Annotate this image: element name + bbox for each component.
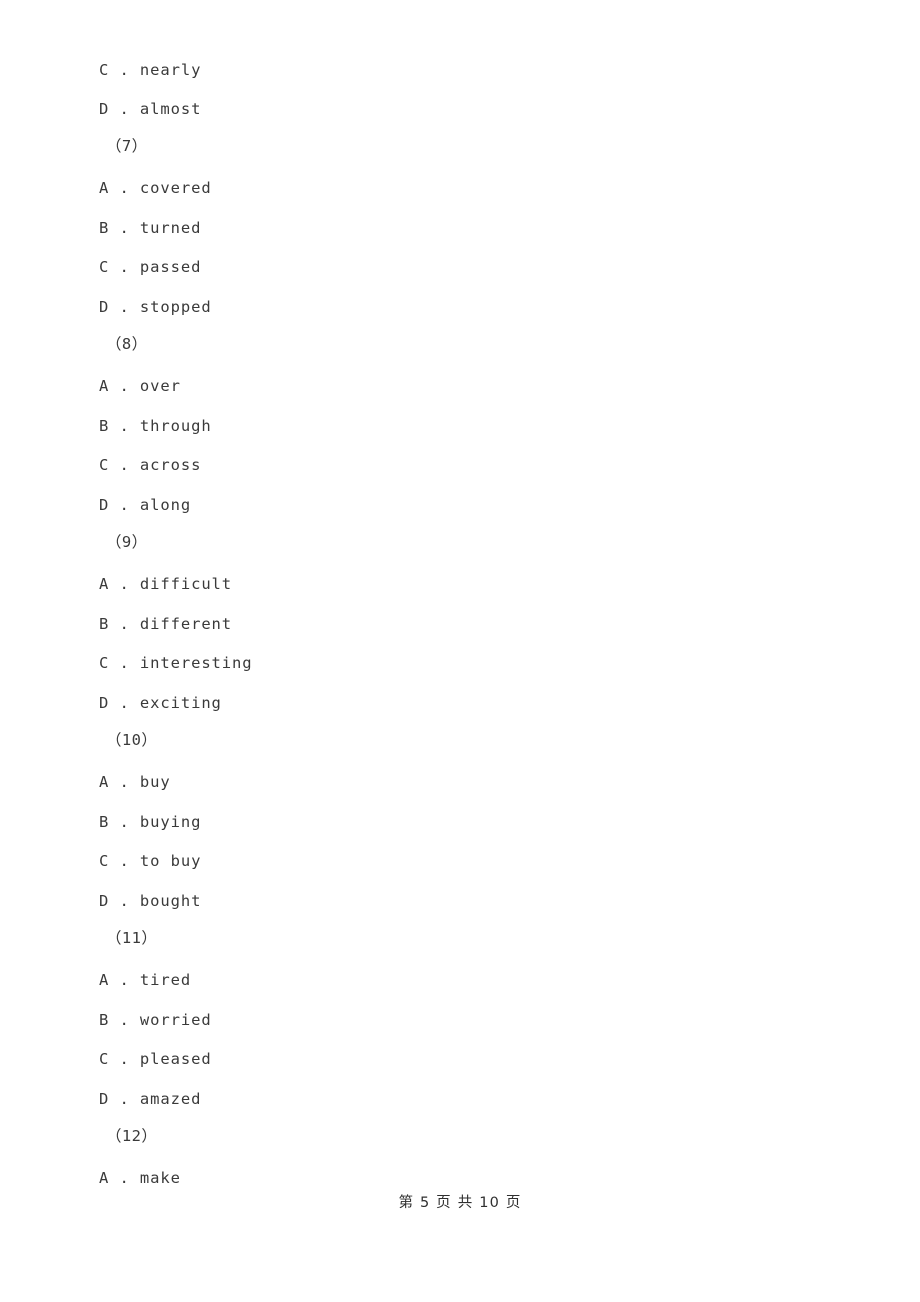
answer-option: B . turned	[99, 219, 202, 237]
answer-option: C . nearly	[99, 61, 202, 79]
answer-option: D . almost	[99, 100, 202, 118]
answer-option: A . buy	[99, 773, 171, 791]
answer-option: C . across	[99, 456, 202, 474]
answer-option: C . interesting	[99, 654, 253, 672]
answer-option: B . buying	[99, 813, 202, 831]
answer-option: B . different	[99, 615, 233, 633]
answer-option: C . passed	[99, 258, 202, 276]
answer-option: C . to buy	[99, 852, 202, 870]
question-number: （12）	[106, 1127, 158, 1145]
answer-option: A . make	[99, 1169, 181, 1187]
question-number: （8）	[106, 335, 148, 353]
answer-option: D . bought	[99, 892, 202, 910]
answer-option: D . along	[99, 496, 192, 514]
answer-option: A . covered	[99, 179, 212, 197]
answer-option: A . difficult	[99, 575, 233, 593]
answer-option: D . exciting	[99, 694, 222, 712]
question-number: （9）	[106, 533, 148, 551]
question-number: （11）	[106, 929, 158, 947]
answer-option: D . amazed	[99, 1090, 202, 1108]
question-number: （10）	[106, 731, 158, 749]
answer-option: D . stopped	[99, 298, 212, 316]
question-number: （7）	[106, 137, 148, 155]
answer-option: B . through	[99, 417, 212, 435]
document-page: C . nearly D . almost （7） A . covered B . tu…	[0, 0, 920, 1302]
page-footer: 第 5 页 共 10 页	[398, 1195, 522, 1211]
answer-option: C . pleased	[99, 1050, 212, 1068]
answer-option: B . worried	[99, 1011, 212, 1029]
answer-option: A . tired	[99, 971, 192, 989]
answer-option: A . over	[99, 377, 181, 395]
